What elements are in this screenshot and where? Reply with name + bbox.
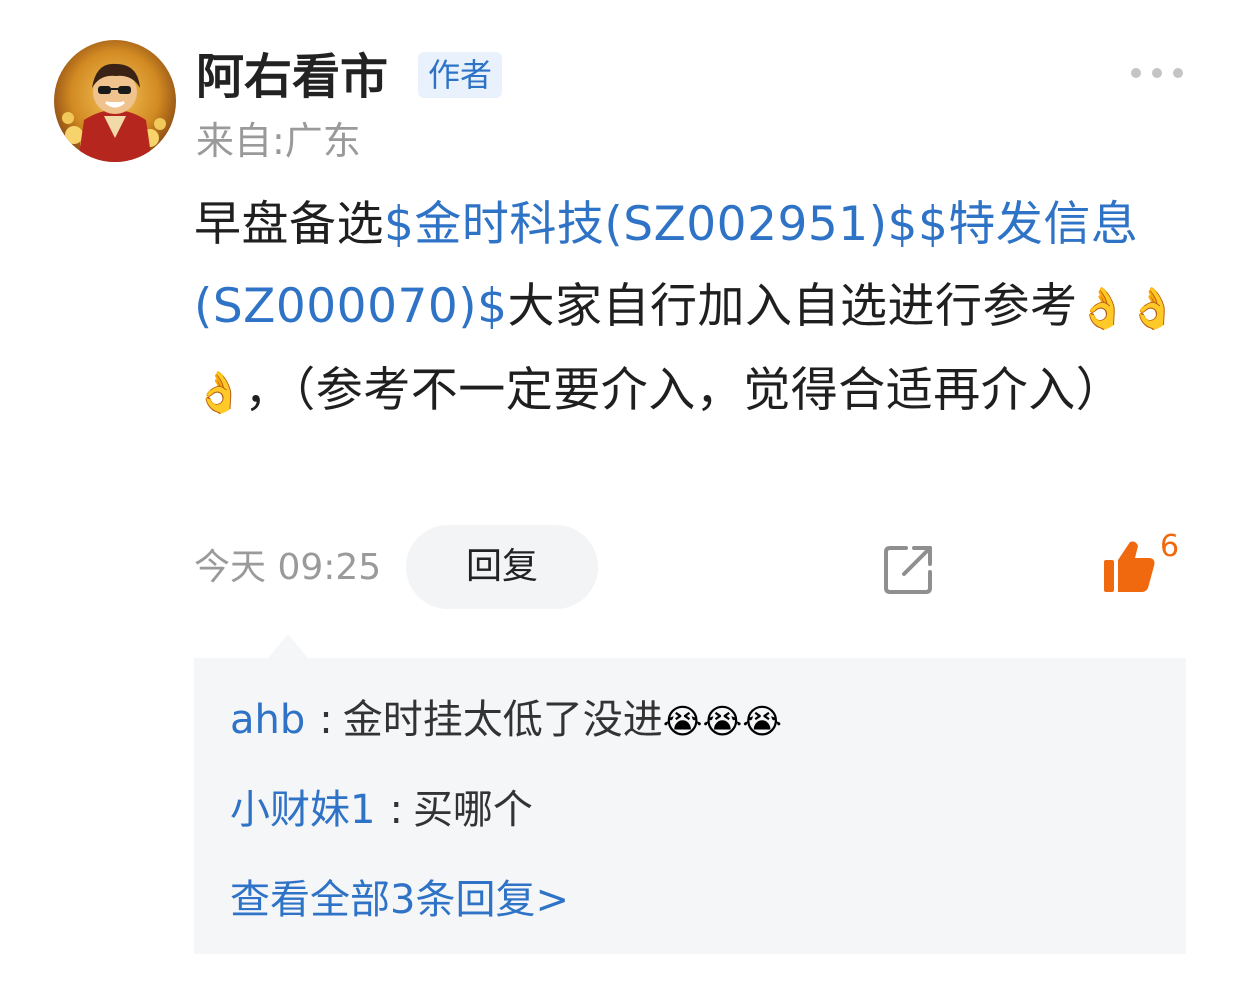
reply-author[interactable]: ahb bbox=[230, 697, 305, 743]
ok-hand-emoji: 👌 bbox=[1077, 286, 1128, 332]
post-text: 早盘备选 bbox=[194, 197, 384, 252]
like-button[interactable]: 6 bbox=[1100, 530, 1190, 594]
post-text: ，（参考不一定要介入，觉得合适再介入） bbox=[244, 363, 1124, 418]
post-text: 大家自行加入自选进行参考 bbox=[507, 279, 1078, 334]
location-label: 来自:广东 bbox=[196, 119, 361, 163]
stock-link-jinshi[interactable]: $金时科技(SZ002951)$ bbox=[384, 197, 918, 252]
reply-item[interactable]: ahb: 金时挂太低了没进😭😭😭 bbox=[230, 692, 782, 750]
reply-button[interactable]: 回复 bbox=[406, 525, 598, 609]
post-content: 早盘备选$金时科技(SZ002951)$$特发信息(SZ000070)$大家自行… bbox=[194, 184, 1194, 434]
reply-separator: : bbox=[319, 697, 333, 743]
post-time: 今天 09:25 bbox=[194, 547, 382, 588]
reply-author[interactable]: 小财妹1 bbox=[230, 787, 375, 833]
reply-text: 买哪个 bbox=[412, 787, 533, 833]
reply-item[interactable]: 小财妹1: 买哪个 bbox=[230, 782, 533, 838]
author-badge: 作者 bbox=[418, 52, 502, 98]
more-icon[interactable] bbox=[1126, 62, 1188, 84]
thumbs-up-icon bbox=[1100, 538, 1158, 594]
replies-panel: ahb: 金时挂太低了没进😭😭😭 小财妹1: 买哪个 查看全部3条回复> bbox=[194, 658, 1186, 954]
replies-caret bbox=[268, 634, 308, 658]
like-count: 6 bbox=[1160, 529, 1180, 564]
author-name[interactable]: 阿右看市 bbox=[196, 48, 388, 106]
reply-separator: : bbox=[389, 787, 403, 833]
reply-text: 金时挂太低了没进 bbox=[342, 697, 663, 743]
view-all-replies-link[interactable]: 查看全部3条回复> bbox=[230, 872, 569, 928]
avatar[interactable] bbox=[54, 40, 176, 162]
crying-emoji: 😭😭😭 bbox=[662, 702, 782, 742]
comment-card: 阿右看市 作者 来自:广东 早盘备选$金时科技(SZ002951)$$特发信息(… bbox=[0, 0, 1239, 983]
share-icon[interactable] bbox=[880, 540, 938, 598]
